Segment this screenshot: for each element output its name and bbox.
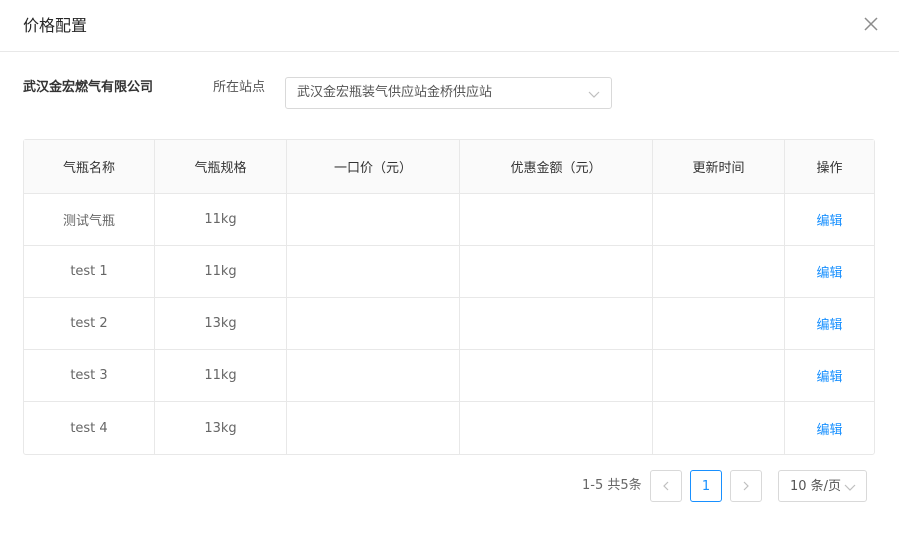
table-row: 测试气瓶 11kg 编辑 [24,194,874,246]
cell-discount [460,402,653,454]
cell-action: 编辑 [785,298,874,349]
cell-spec: 11kg [155,350,287,401]
column-header-updated: 更新时间 [653,140,785,193]
cell-name: test 1 [24,246,155,297]
cell-discount [460,298,653,349]
cell-action: 编辑 [785,350,874,401]
cell-spec: 11kg [155,246,287,297]
price-table: 气瓶名称 气瓶规格 一口价（元） 优惠金额（元） 更新时间 操作 测试气瓶 11… [23,139,875,455]
cell-discount [460,350,653,401]
cell-price [287,402,460,454]
cell-price [287,350,460,401]
pagination-total: 1-5 共5条 [582,478,642,493]
cell-action: 编辑 [785,246,874,297]
price-config-dialog: 价格配置 武汉金宏燃气有限公司 所在站点 武汉金宏瓶装气供应站金桥供应站 气瓶名… [0,0,899,533]
company-name: 武汉金宏燃气有限公司 [23,80,154,95]
cell-updated [653,350,785,401]
pagination: 1-5 共5条 1 10 条/页 [0,470,899,502]
column-header-spec: 气瓶规格 [155,140,287,193]
cell-updated [653,402,785,454]
cell-name: test 2 [24,298,155,349]
close-button[interactable] [863,16,879,32]
chevron-left-icon [663,481,669,491]
cell-action: 编辑 [785,194,874,245]
table-row: test 2 13kg 编辑 [24,298,874,350]
prev-page-button[interactable] [650,470,682,502]
column-header-price: 一口价（元） [287,140,460,193]
dialog-header: 价格配置 [0,0,899,52]
edit-link[interactable]: 编辑 [816,262,842,281]
edit-link[interactable]: 编辑 [816,210,842,229]
edit-link[interactable]: 编辑 [816,366,842,385]
cell-updated [653,194,785,245]
page-size-value: 10 条/页 [790,479,842,494]
table-row: test 4 13kg 编辑 [24,402,874,454]
station-label: 所在站点 [213,80,266,95]
table-row: test 3 11kg 编辑 [24,350,874,402]
cell-name: test 4 [24,402,155,454]
cell-action: 编辑 [785,402,874,454]
cell-price [287,298,460,349]
cell-spec: 11kg [155,194,287,245]
table-row: test 1 11kg 编辑 [24,246,874,298]
chevron-down-icon [844,484,856,491]
page-size-select[interactable]: 10 条/页 [778,470,867,502]
cell-updated [653,298,785,349]
table-header-row: 气瓶名称 气瓶规格 一口价（元） 优惠金额（元） 更新时间 操作 [24,140,874,194]
cell-price [287,194,460,245]
column-header-name: 气瓶名称 [24,140,155,193]
page-1-button[interactable]: 1 [690,470,722,502]
edit-link[interactable]: 编辑 [816,314,842,333]
cell-updated [653,246,785,297]
column-header-action: 操作 [816,161,843,176]
chevron-right-icon [743,481,749,491]
station-select[interactable]: 武汉金宏瓶装气供应站金桥供应站 [285,77,612,109]
station-select-value: 武汉金宏瓶装气供应站金桥供应站 [297,85,493,100]
edit-link[interactable]: 编辑 [816,419,842,438]
next-page-button[interactable] [730,470,762,502]
cell-discount [460,246,653,297]
cell-name: 测试气瓶 [24,194,155,245]
column-header-discount: 优惠金额（元） [460,140,653,193]
dialog-title: 价格配置 [23,16,88,35]
cell-name: test 3 [24,350,155,401]
cell-discount [460,194,653,245]
close-icon [864,17,878,31]
cell-spec: 13kg [155,402,287,454]
cell-spec: 13kg [155,298,287,349]
chevron-down-icon [588,91,600,98]
cell-price [287,246,460,297]
